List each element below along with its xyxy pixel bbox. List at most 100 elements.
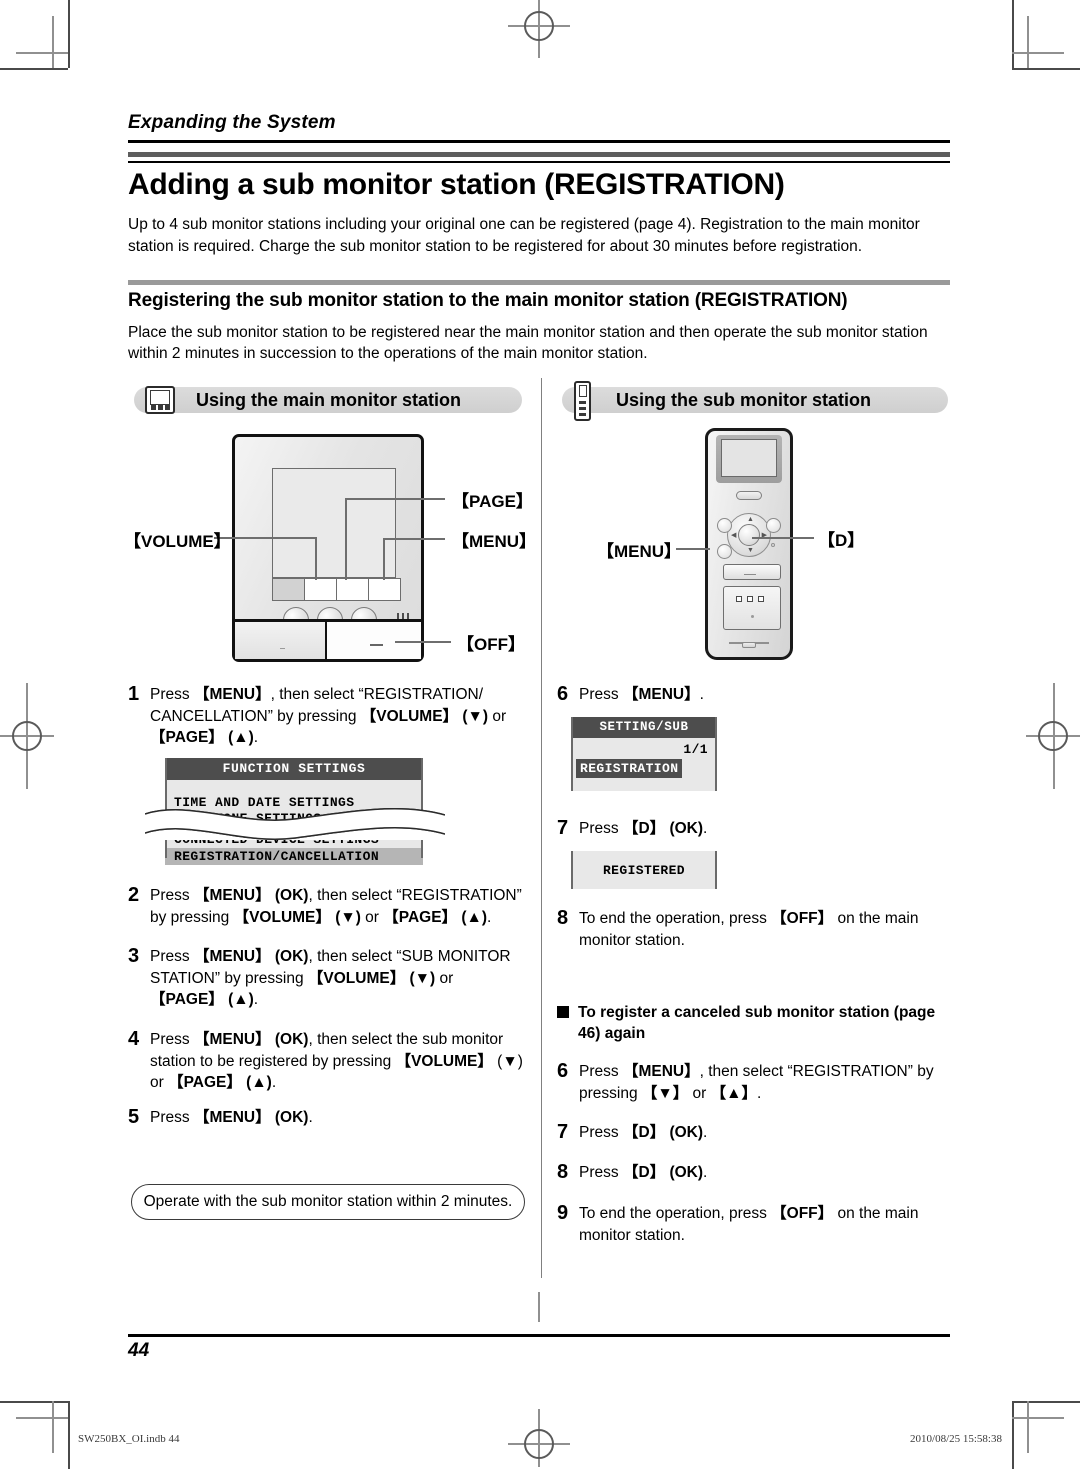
lcd-function-settings: FUNCTION SETTINGS TIME AND DATE SETTINGS… [145, 758, 445, 865]
registration-line-top-left-h [16, 52, 68, 54]
step-left-1: 1 Press 【MENU】, then select “REGISTRATIO… [128, 683, 528, 749]
sub-monitor-earpiece [736, 491, 762, 500]
step-left-2-text: Press 【MENU】 (OK), then select “REGISTRA… [150, 887, 522, 926]
lcd-setting-sub-page-indicator: 1/1 [683, 742, 708, 757]
step-recancel-7-text: Press 【D】 (OK). [579, 1124, 708, 1141]
running-head: Expanding the System [128, 112, 336, 133]
lcd-setting-sub-edge-right [715, 717, 717, 791]
leader-page-v [345, 498, 347, 580]
lcd-function-settings-item-1: RING TONE SETTINGS [174, 811, 322, 826]
crop-mark-bottom-left-v [68, 1401, 70, 1469]
registration-line-bottom-right-v [1027, 1401, 1029, 1453]
step-left-5: 5 Press 【MENU】 (OK). [128, 1106, 528, 1129]
callout-menu: 【MENU】 [452, 532, 537, 551]
sub-monitor-bottom-tab [742, 642, 756, 648]
registration-line-bottom-center-tick [538, 1292, 540, 1322]
footer-rule [128, 1334, 950, 1337]
subsection-heading: Registering the sub monitor station to t… [128, 290, 848, 311]
step-right-8-text: To end the operation, press 【OFF】 on the… [579, 910, 919, 949]
lcd-function-settings-edge-right [421, 758, 423, 858]
lcd-setting-sub: SETTING/SUB 1/1 REGISTRATION [571, 717, 717, 791]
sub-monitor-icon [574, 381, 591, 421]
sub-monitor-icon-key-3 [579, 413, 586, 416]
column-divider [541, 378, 542, 1278]
leader-menu-h [383, 538, 445, 540]
leader-sub-menu-h [676, 548, 710, 550]
registration-line-top-right-h [1012, 52, 1064, 54]
callout-sub-menu: 【MENU】 [597, 542, 682, 561]
note-box: Operate with the sub monitor station wit… [131, 1184, 525, 1220]
main-monitor-key-volume [304, 578, 336, 601]
lcd-function-settings-item-2: CONNECTED DEVICE SETTINGS [174, 832, 380, 847]
sub-monitor-menu-button [717, 544, 732, 559]
step-right-8-number: 8 [557, 907, 569, 929]
lcd-setting-sub-edge-left [571, 717, 573, 791]
main-monitor-key-page [336, 578, 368, 601]
step-recancel-6-text: Press 【MENU】, then select “REGISTRATION”… [579, 1063, 934, 1102]
step-recancel-9-number: 9 [557, 1202, 569, 1224]
step-recancel-6-number: 6 [557, 1060, 569, 1082]
main-monitor-base [235, 619, 421, 659]
title-band-lower [128, 161, 950, 163]
lcd-setting-sub-item-row: REGISTRATION [571, 759, 717, 778]
note-box-text: Operate with the sub monitor station wit… [143, 1193, 513, 1210]
step-left-5-text: Press 【MENU】 (OK). [150, 1109, 313, 1126]
step-right-8: 8 To end the operation, press 【OFF】 on t… [557, 907, 957, 951]
sub-monitor-icon-key-2 [579, 407, 586, 410]
step-left-4: 4 Press 【MENU】 (OK), then select the sub… [128, 1028, 528, 1094]
registration-bullseye-right [1038, 721, 1068, 751]
nav-down-arrow-icon: ▼ [747, 547, 754, 554]
lcd-function-settings-title: FUNCTION SETTINGS [165, 758, 423, 780]
step-right-7-text: Press 【D】 (OK). [579, 820, 708, 837]
registration-line-top-left-v [52, 16, 54, 68]
step-recancel-9: 9 To end the operation, press 【OFF】 on t… [557, 1202, 957, 1246]
crop-mark-bottom-left-h [0, 1401, 68, 1403]
registration-line-top-right-v [1027, 16, 1029, 68]
callout-off: 【OFF】 [457, 635, 525, 654]
recancel-heading: To register a canceled sub monitor stati… [557, 1002, 955, 1044]
step-left-2: 2 Press 【MENU】 (OK), then select “REGIST… [128, 884, 528, 928]
callout-sub-d: 【D】 [818, 531, 865, 550]
sub-monitor-left-upper-button [717, 518, 732, 533]
footer-timestamp: 2010/08/25 15:58:38 [910, 1433, 1002, 1445]
sub-monitor-right-upper-button [766, 518, 781, 533]
lcd-registered-edge-right [715, 851, 717, 889]
step-right-6-number: 6 [557, 683, 569, 705]
main-monitor-icon-buttons [151, 405, 170, 410]
step-left-2-number: 2 [128, 884, 140, 906]
main-monitor-screen [272, 468, 396, 578]
registration-line-bottom-left-h [16, 1417, 68, 1419]
lcd-function-settings-highlight: REGISTRATION/CANCELLATION [165, 848, 423, 865]
right-column-label: Using the sub monitor station [616, 390, 871, 410]
step-recancel-9-text: To end the operation, press 【OFF】 on the… [579, 1205, 919, 1244]
main-monitor-talk-button [235, 622, 327, 659]
main-monitor-icon-screen [150, 390, 170, 405]
lcd-function-settings-edge-left [165, 758, 167, 858]
sub-monitor-display-housing [716, 435, 782, 483]
step-left-4-text: Press 【MENU】 (OK), then select the sub m… [150, 1031, 523, 1091]
registration-bullseye-bottom [524, 1429, 554, 1459]
crop-mark-top-left-h [0, 68, 68, 70]
main-monitor-key-row [272, 578, 401, 601]
step-recancel-7-number: 7 [557, 1121, 569, 1143]
crop-mark-bottom-right-h [1012, 1401, 1080, 1403]
step-recancel-6: 6 Press 【MENU】, then select “REGISTRATIO… [557, 1060, 957, 1104]
crop-mark-bottom-right-v [1012, 1401, 1014, 1469]
page-number: 44 [128, 1340, 150, 1361]
intro-paragraph: Up to 4 sub monitor stations including y… [128, 216, 920, 255]
sub-monitor-keypad [723, 586, 781, 630]
nav-left-arrow-icon: ◀ [731, 532, 737, 539]
step-left-3: 3 Press 【MENU】 (OK), then select “SUB MO… [128, 945, 528, 1011]
step-left-3-text: Press 【MENU】 (OK), then select “SUB MONI… [150, 948, 511, 1008]
sub-monitor-icon-screen [578, 385, 587, 397]
page-title: Adding a sub monitor station (REGISTRATI… [128, 168, 785, 201]
lcd-function-settings-item-3: REGISTRATION/CANCELLATION [165, 848, 423, 865]
sub-monitor-led [771, 543, 775, 547]
registration-line-bottom-left-v [52, 1401, 54, 1453]
main-monitor-illustration [232, 434, 424, 662]
sub-monitor-soft-key [723, 564, 781, 580]
step-recancel-7: 7 Press 【D】 (OK). [557, 1121, 957, 1144]
lcd-setting-sub-highlight: REGISTRATION [576, 759, 683, 778]
title-band-upper [128, 152, 950, 157]
leader-page-h [345, 498, 445, 500]
